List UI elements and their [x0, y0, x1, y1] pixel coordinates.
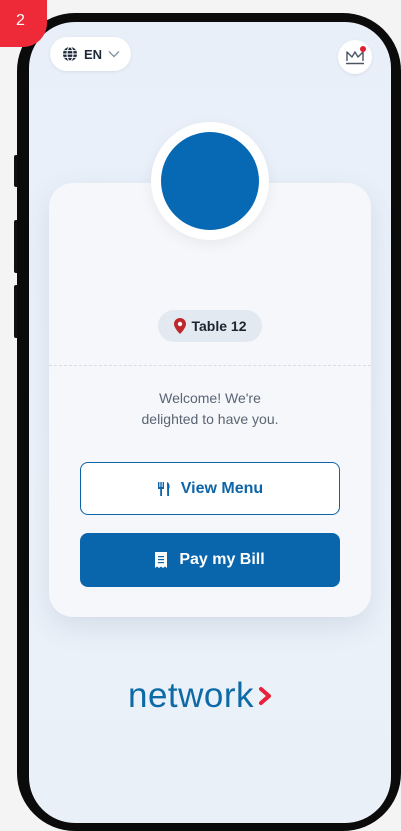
welcome-line-2: delighted to have you.: [141, 411, 279, 427]
language-code: EN: [84, 46, 103, 62]
chevron-down-icon: [108, 50, 120, 58]
step-badge: 2: [0, 0, 47, 47]
restaurant-logo-circle: [161, 132, 259, 230]
globe-icon: [62, 46, 78, 62]
network-logo: network: [128, 676, 298, 716]
notification-dot: [360, 46, 366, 52]
card-divider: [49, 365, 371, 366]
table-label: Table 12: [191, 318, 247, 334]
view-menu-button[interactable]: View Menu: [80, 462, 340, 515]
crown-button[interactable]: [338, 40, 372, 74]
pay-bill-button[interactable]: Pay my Bill: [80, 533, 340, 587]
chevron-right-icon: [258, 686, 272, 706]
cutlery-icon: [157, 481, 171, 497]
receipt-icon: [155, 552, 168, 568]
language-selector[interactable]: EN: [50, 37, 131, 71]
view-menu-label: View Menu: [180, 479, 264, 497]
table-badge: Table 12: [158, 310, 262, 342]
brand-name: network: [128, 676, 255, 715]
pay-bill-label: Pay my Bill: [179, 551, 265, 568]
restaurant-logo: [151, 122, 269, 240]
welcome-line-1: Welcome! We're: [159, 390, 261, 406]
location-pin-icon: [173, 318, 186, 334]
welcome-message: Welcome! We're delighted to have you.: [110, 388, 310, 430]
